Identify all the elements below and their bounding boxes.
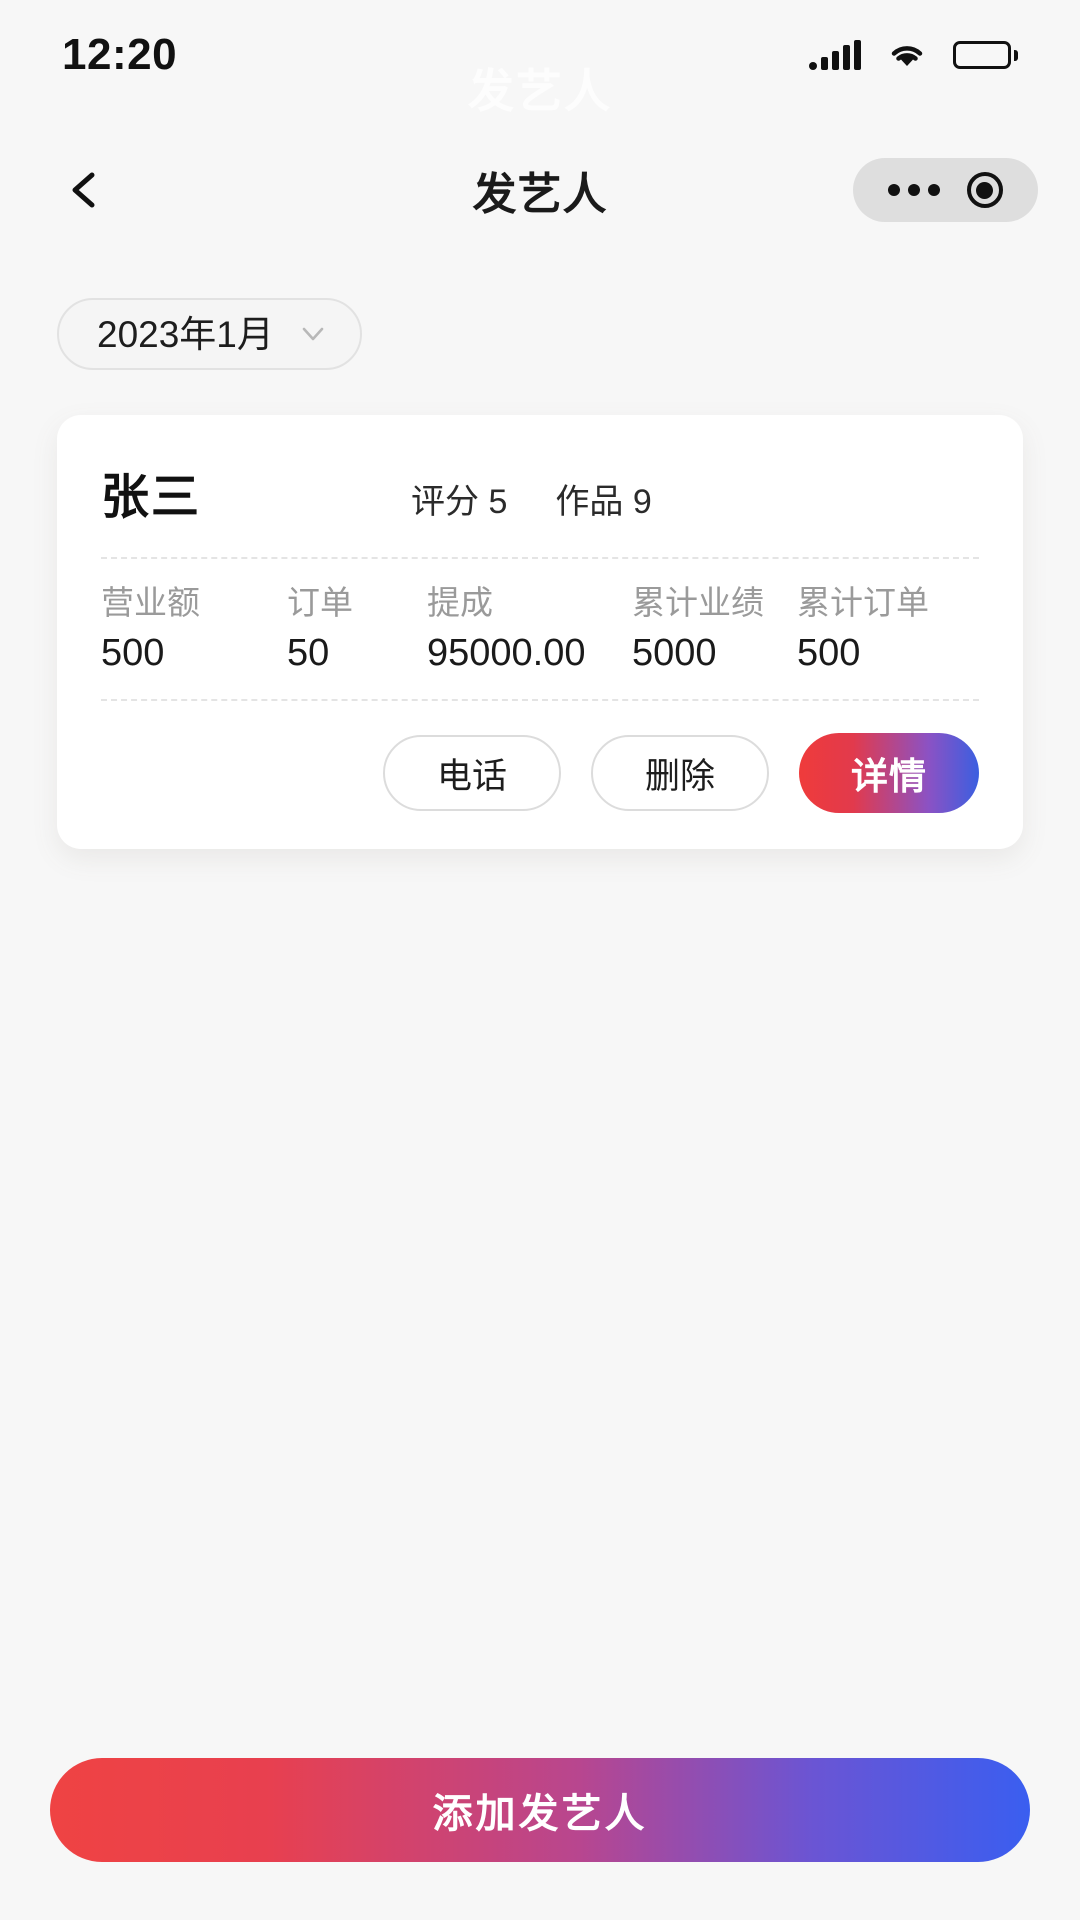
- stat-label: 累计业绩: [632, 584, 764, 621]
- stat-commission: 提成 95000.00: [427, 584, 632, 675]
- works-metric: 作品 9: [555, 483, 652, 521]
- stat-value: 5000: [632, 632, 717, 675]
- stat-value: 95000.00: [427, 632, 586, 675]
- signal-icon: [809, 40, 861, 70]
- artist-card-actions: 电话 删除 详情: [101, 701, 979, 814]
- stat-cumulative-orders: 累计订单 500: [797, 584, 929, 675]
- date-filter-dropdown[interactable]: 2023年1月: [57, 298, 362, 370]
- rating-metric: 评分 5: [411, 483, 508, 521]
- artist-name: 张三: [101, 471, 202, 524]
- navigation-bar: 发艺人: [0, 140, 1080, 240]
- status-time: 12:20: [62, 30, 178, 79]
- chevron-down-icon: [302, 327, 324, 341]
- app-screen: 12:20 发艺人 发艺人 2023年1月 张三 评分 5 作品 9 营业额 5…: [0, 0, 1080, 1920]
- detail-button[interactable]: 详情: [799, 733, 979, 814]
- target-icon[interactable]: [966, 172, 1003, 208]
- stat-cumulative-performance: 累计业绩 5000: [632, 584, 797, 675]
- stat-revenue: 营业额 500: [101, 584, 287, 675]
- bottom-action-bar: 添加发艺人: [0, 1720, 1080, 1920]
- artist-header-metrics: 评分 5 作品 9: [411, 474, 652, 523]
- wifi-icon: [887, 40, 927, 70]
- stat-label: 提成: [427, 584, 493, 621]
- stat-value: 500: [797, 632, 861, 675]
- stat-label: 订单: [287, 584, 353, 621]
- miniprogram-capsule[interactable]: [853, 158, 1038, 222]
- artist-stats-row: 营业额 500 订单 50 提成 95000.00 累计业绩 5000 累计订单…: [101, 559, 979, 699]
- date-filter-label: 2023年1月: [97, 313, 274, 355]
- battery-icon: [953, 41, 1018, 69]
- status-bar: 12:20: [0, 0, 1080, 110]
- delete-button[interactable]: 删除: [591, 735, 769, 812]
- status-indicators: [809, 40, 1018, 70]
- stat-orders: 订单 50: [287, 584, 427, 675]
- add-artist-button[interactable]: 添加发艺人: [50, 1758, 1030, 1862]
- stat-label: 累计订单: [797, 584, 929, 621]
- stat-value: 50: [287, 632, 330, 675]
- stat-value: 500: [101, 632, 165, 675]
- artist-card[interactable]: 张三 评分 5 作品 9 营业额 500 订单 50 提成 95000.00 累…: [57, 415, 1023, 850]
- stat-label: 营业额: [101, 584, 200, 621]
- artist-card-header: 张三 评分 5 作品 9: [101, 457, 979, 557]
- phone-button[interactable]: 电话: [383, 735, 561, 812]
- more-dots-icon[interactable]: [888, 184, 941, 196]
- chevron-left-icon: [72, 172, 95, 208]
- back-button[interactable]: [55, 160, 115, 220]
